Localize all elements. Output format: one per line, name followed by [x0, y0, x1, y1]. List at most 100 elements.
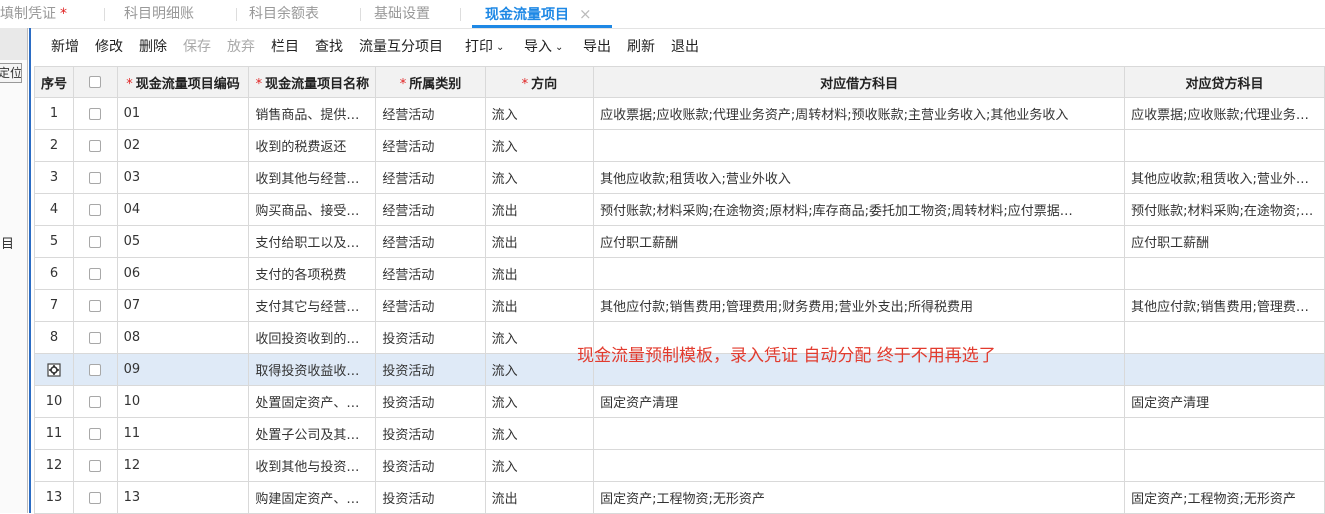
- cell-debit[interactable]: 预付账款;材料采购;在途物资;原材料;库存商品;委托加工物资;周转材料;应付票据…: [593, 193, 1126, 226]
- table-row[interactable]: 7 07 支付其它与经营… 经营活动 流出 其他应付款;销售费用;管理费用;财务费用;营业…: [33, 289, 1325, 322]
- table-row[interactable]: 5 05 支付给职工以及… 经营活动 流出 应付职工薪酬 应付职工薪酬: [33, 225, 1325, 258]
- table-row[interactable]: 10 10 处置固定资产、… 投资活动 流入 固定资产清理 固定资产清理: [33, 385, 1325, 418]
- cell-credit[interactable]: 固定资产;工程物资;无形资产: [1124, 481, 1325, 514]
- cell-category[interactable]: 投资活动: [375, 417, 486, 450]
- cell-name[interactable]: 收到其他与经营…: [248, 161, 377, 194]
- cell-direction[interactable]: 流出: [484, 225, 595, 258]
- edit-button[interactable]: 修改: [95, 30, 123, 64]
- cell-debit[interactable]: [593, 257, 1126, 290]
- cell-name[interactable]: 收回投资收到的…: [248, 321, 377, 354]
- column-header-select-all[interactable]: [73, 66, 118, 98]
- row-checkbox[interactable]: [89, 139, 102, 152]
- row-checkbox[interactable]: [89, 267, 102, 280]
- cell-name[interactable]: 购建固定资产、…: [248, 481, 377, 514]
- cell-credit[interactable]: 其他应付款;销售费用;管理费…: [1124, 289, 1325, 322]
- cell-category[interactable]: 经营活动: [375, 257, 486, 290]
- row-checkbox-cell[interactable]: [73, 417, 118, 450]
- table-row[interactable]: 8 08 收回投资收到的… 投资活动 流入: [33, 321, 1325, 354]
- locate-button[interactable]: 定位: [0, 63, 22, 83]
- row-checkbox[interactable]: [89, 299, 102, 312]
- flow-split-button[interactable]: 流量互分项目: [359, 30, 443, 64]
- tab-basic-settings[interactable]: 基础设置: [374, 0, 430, 28]
- cell-category[interactable]: 投资活动: [375, 481, 486, 514]
- row-checkbox-cell[interactable]: [73, 257, 118, 290]
- row-checkbox-cell[interactable]: [73, 449, 118, 482]
- cell-credit[interactable]: 应收票据;应收账款;代理业务…: [1124, 97, 1325, 130]
- cell-direction[interactable]: 流入: [484, 321, 595, 354]
- table-row[interactable]: 4 04 购买商品、接受… 经营活动 流出 预付账款;材料采购;在途物资;原材料;库存商品…: [33, 193, 1325, 226]
- cell-code[interactable]: 07: [116, 289, 250, 322]
- row-checkbox-cell[interactable]: [73, 353, 118, 386]
- row-checkbox[interactable]: [89, 459, 102, 472]
- print-button[interactable]: 打印 ⌄: [465, 30, 504, 64]
- row-settings-cell[interactable]: [33, 353, 75, 386]
- row-checkbox-cell[interactable]: [73, 97, 118, 130]
- row-checkbox-cell[interactable]: [73, 321, 118, 354]
- cell-category[interactable]: 投资活动: [375, 353, 486, 386]
- cell-name[interactable]: 支付给职工以及…: [248, 225, 377, 258]
- cell-direction[interactable]: 流入: [484, 161, 595, 194]
- cell-category[interactable]: 经营活动: [375, 129, 486, 162]
- cell-code[interactable]: 10: [116, 385, 250, 418]
- row-checkbox-cell[interactable]: [73, 225, 118, 258]
- cell-debit[interactable]: [593, 417, 1126, 450]
- cell-credit[interactable]: [1124, 353, 1325, 386]
- cell-debit[interactable]: 固定资产清理: [593, 385, 1126, 418]
- row-checkbox[interactable]: [89, 395, 102, 408]
- row-checkbox-cell[interactable]: [73, 481, 118, 514]
- cell-credit[interactable]: [1124, 449, 1325, 482]
- row-checkbox[interactable]: [89, 491, 102, 504]
- tab-voucher-entry[interactable]: 填制凭证 *: [0, 0, 67, 28]
- row-checkbox[interactable]: [89, 235, 102, 248]
- table-row[interactable]: 09 取得投资收益收… 投资活动 流入: [33, 353, 1325, 386]
- row-checkbox-cell[interactable]: [73, 129, 118, 162]
- cell-credit[interactable]: 其他应收款;租赁收入;营业外…: [1124, 161, 1325, 194]
- cell-category[interactable]: 经营活动: [375, 289, 486, 322]
- cell-direction[interactable]: 流入: [484, 385, 595, 418]
- cell-direction[interactable]: 流入: [484, 449, 595, 482]
- cell-debit[interactable]: [593, 353, 1126, 386]
- cell-code[interactable]: 11: [116, 417, 250, 450]
- row-checkbox-cell[interactable]: [73, 193, 118, 226]
- cell-credit[interactable]: [1124, 129, 1325, 162]
- cell-category[interactable]: 经营活动: [375, 97, 486, 130]
- columns-button[interactable]: 栏目: [271, 30, 299, 64]
- cell-code[interactable]: 13: [116, 481, 250, 514]
- exit-button[interactable]: 退出: [671, 30, 699, 64]
- cell-debit[interactable]: 其他应收款;租赁收入;营业外收入: [593, 161, 1126, 194]
- cell-debit[interactable]: [593, 449, 1126, 482]
- cell-debit[interactable]: 应收票据;应收账款;代理业务资产;周转材料;预收账款;主营业务收入;其他业务收入: [593, 97, 1126, 130]
- tab-account-balance[interactable]: 科目余额表: [249, 0, 319, 28]
- cell-direction[interactable]: 流出: [484, 481, 595, 514]
- cell-direction[interactable]: 流出: [484, 193, 595, 226]
- cell-direction[interactable]: 流入: [484, 97, 595, 130]
- cell-name[interactable]: 取得投资收益收…: [248, 353, 377, 386]
- row-checkbox-cell[interactable]: [73, 385, 118, 418]
- cell-category[interactable]: 经营活动: [375, 161, 486, 194]
- table-row[interactable]: 11 11 处置子公司及其… 投资活动 流入: [33, 417, 1325, 450]
- column-header-credit[interactable]: 对应贷方科目: [1124, 66, 1325, 98]
- row-checkbox[interactable]: [89, 171, 102, 184]
- cell-direction[interactable]: 流入: [484, 353, 595, 386]
- save-button[interactable]: 保存: [183, 30, 211, 64]
- column-header-code[interactable]: * 现金流量项目编码: [116, 66, 250, 98]
- column-header-name[interactable]: * 现金流量项目名称: [248, 66, 377, 98]
- delete-button[interactable]: 删除: [139, 30, 167, 64]
- cell-code[interactable]: 06: [116, 257, 250, 290]
- cell-direction[interactable]: 流入: [484, 129, 595, 162]
- cell-code[interactable]: 12: [116, 449, 250, 482]
- cell-credit[interactable]: 预付账款;材料采购;在途物资;…: [1124, 193, 1325, 226]
- row-checkbox[interactable]: [89, 203, 102, 216]
- cell-name[interactable]: 支付其它与经营…: [248, 289, 377, 322]
- tab-account-detail[interactable]: 科目明细账: [124, 0, 194, 28]
- cell-debit[interactable]: 固定资产;工程物资;无形资产: [593, 481, 1126, 514]
- cell-code[interactable]: 09: [116, 353, 250, 386]
- row-checkbox[interactable]: [89, 427, 102, 440]
- gear-icon[interactable]: [47, 362, 61, 377]
- cell-credit[interactable]: 固定资产清理: [1124, 385, 1325, 418]
- cell-code[interactable]: 04: [116, 193, 250, 226]
- row-checkbox-cell[interactable]: [73, 289, 118, 322]
- cell-debit[interactable]: [593, 321, 1126, 354]
- table-row[interactable]: 1 01 销售商品、提供… 经营活动 流入 应收票据;应收账款;代理业务资产;周转材料;预…: [33, 97, 1325, 130]
- table-row[interactable]: 12 12 收到其他与投资… 投资活动 流入: [33, 449, 1325, 482]
